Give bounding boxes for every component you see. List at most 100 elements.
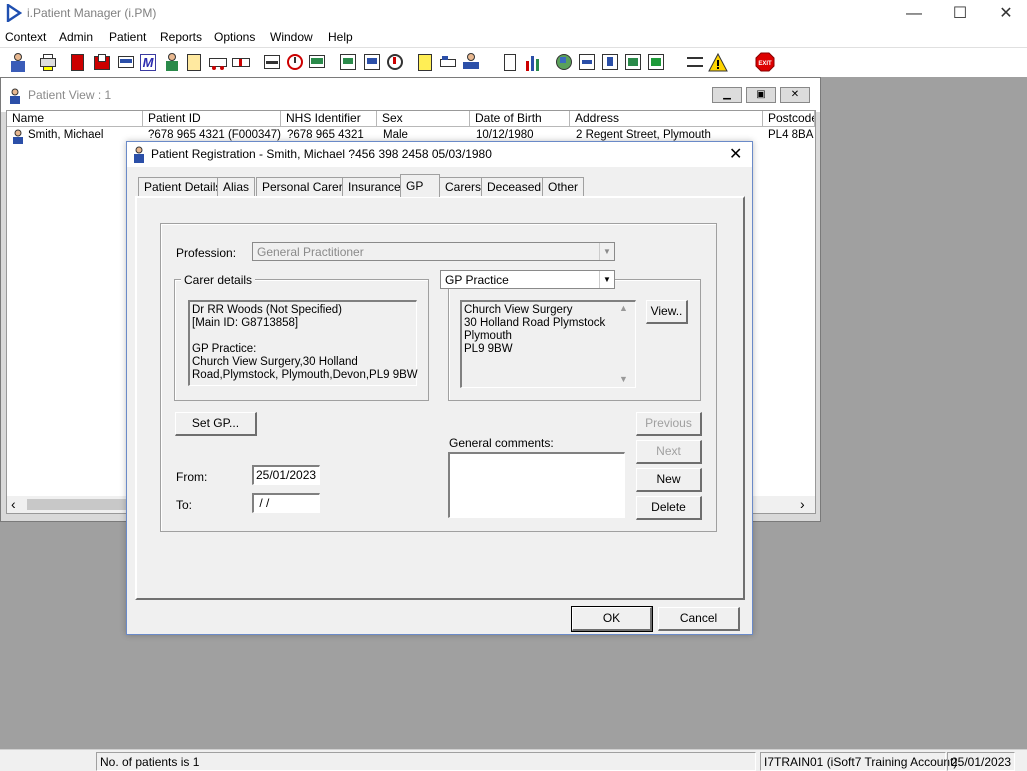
status-account: I7TRAIN01 (iSoft7 Training Account) (760, 752, 957, 771)
column-header-dob[interactable]: Date of Birth (470, 111, 570, 127)
dialog-titlebar: Patient Registration - Smith, Michael ?4… (127, 142, 752, 167)
cell-name: Smith, Michael (28, 129, 104, 141)
form-check-icon[interactable] (577, 52, 597, 73)
register-icon[interactable] (184, 52, 204, 73)
app-title-bar: i.Patient Manager (i.PM) — ☐ ✕ (0, 0, 1027, 27)
column-header-name[interactable]: Name (7, 111, 143, 127)
book-open-icon[interactable] (92, 52, 112, 73)
status-date: 25/01/2023 (947, 752, 1015, 771)
tab-insurance[interactable]: Insurance (342, 177, 407, 196)
patient-view-titlebar: Patient View : 1 ▁ ▣ ✕ (1, 78, 820, 112)
exit-icon[interactable]: EXIT (755, 52, 775, 73)
chevron-down-icon: ▼ (599, 271, 614, 288)
ok-button[interactable]: OK (571, 606, 653, 632)
find-patient-icon[interactable] (8, 52, 28, 73)
patient-transfer-icon[interactable] (461, 52, 481, 73)
from-label: From: (176, 470, 208, 484)
pv-close-button[interactable]: ✕ (780, 87, 810, 103)
previous-button[interactable]: Previous (636, 412, 702, 436)
column-header-address[interactable]: Address (570, 111, 763, 127)
printer-icon[interactable] (38, 52, 58, 73)
dialog-close-icon[interactable]: ✕ (729, 144, 742, 164)
warning-icon[interactable] (708, 52, 728, 73)
menu-context[interactable]: Context (5, 30, 46, 44)
tab-carers[interactable]: Carers (439, 177, 488, 196)
next-button[interactable]: Next (636, 440, 702, 464)
scroll-right-icon[interactable]: › (800, 496, 805, 512)
gp-details-group: Profession: General Practitioner ▼ Carer… (160, 223, 717, 532)
form-blue-icon[interactable] (646, 52, 666, 73)
document-icon[interactable] (500, 52, 520, 73)
menu-options[interactable]: Options (214, 30, 255, 44)
tab-other[interactable]: Other (542, 177, 585, 196)
letter-m-icon[interactable]: M (138, 52, 158, 73)
form-green-icon[interactable] (623, 52, 643, 73)
profession-value: General Practitioner (257, 245, 364, 259)
view-button[interactable]: View.. (646, 300, 688, 324)
notes-icon[interactable] (362, 52, 382, 73)
truck-icon[interactable] (208, 52, 228, 73)
dialog-title: Patient Registration - Smith, Michael ?4… (151, 147, 492, 161)
pv-restore-button[interactable]: ▣ (746, 87, 776, 103)
set-gp-button[interactable]: Set GP... (175, 412, 257, 436)
minimize-button[interactable]: — (891, 0, 937, 27)
tab-personal-carers[interactable]: Personal Carers (256, 177, 355, 196)
menu-window[interactable]: Window (270, 30, 313, 44)
scroll-down-icon[interactable]: ▼ (619, 374, 628, 384)
scanner-icon[interactable] (116, 52, 136, 73)
ambulance-icon[interactable] (231, 52, 251, 73)
scroll-thumb[interactable] (27, 499, 127, 510)
notebook-icon[interactable] (415, 52, 435, 73)
cell-dob: 10/12/1980 (476, 129, 534, 141)
status-bar: No. of patients is 1 I7TRAIN01 (iSoft7 T… (0, 749, 1027, 771)
menu-patient[interactable]: Patient (109, 30, 146, 44)
app-logo-icon (6, 4, 22, 22)
menu-reports[interactable]: Reports (160, 30, 202, 44)
profession-dropdown[interactable]: General Practitioner ▼ (252, 242, 615, 261)
exit-label: EXIT (758, 61, 772, 67)
stopwatch-icon[interactable] (385, 52, 405, 73)
tab-deceased[interactable]: Deceased (481, 177, 548, 196)
menu-help[interactable]: Help (328, 30, 353, 44)
column-header-patient-id[interactable]: Patient ID (143, 111, 281, 127)
cancel-button[interactable]: Cancel (658, 607, 740, 631)
hospital-bed-icon[interactable] (262, 52, 282, 73)
patient-icon (10, 88, 20, 104)
profession-label: Profession: (176, 246, 237, 260)
book-icon[interactable] (68, 52, 88, 73)
globe-icon[interactable] (554, 52, 574, 73)
column-header-postcode[interactable]: Postcode (763, 111, 815, 127)
cell-patient-id: ?678 965 4321 (F000347) (148, 129, 281, 141)
tab-patient-details[interactable]: Patient Details (138, 177, 228, 196)
patient-icon (13, 129, 23, 144)
close-app-button[interactable]: ✕ (983, 0, 1027, 27)
form-down-icon[interactable] (600, 52, 620, 73)
menu-admin[interactable]: Admin (59, 30, 93, 44)
toolbar: M EXIT (0, 47, 1027, 77)
column-header-nhs[interactable]: NHS Identifier (281, 111, 377, 127)
bar-chart-icon[interactable] (523, 52, 543, 73)
chart-doc-icon[interactable] (338, 52, 358, 73)
person-icon[interactable] (162, 52, 182, 73)
tab-gp[interactable]: GP (400, 174, 440, 197)
to-label: To: (176, 498, 193, 512)
to-date-field[interactable]: / / (252, 493, 320, 513)
bed-icon[interactable] (438, 52, 458, 73)
gp-practice-dropdown[interactable]: GP Practice ▼ (440, 270, 615, 289)
new-button[interactable]: New (636, 468, 702, 492)
scroll-up-icon[interactable]: ▲ (619, 303, 628, 313)
delete-button[interactable]: Delete (636, 496, 702, 520)
clock-icon[interactable] (285, 52, 305, 73)
from-date-field[interactable]: 25/01/2023 (252, 465, 320, 485)
scroll-left-icon[interactable]: ‹ (11, 496, 16, 512)
maximize-button[interactable]: ☐ (937, 0, 983, 27)
general-comments-label: General comments: (449, 436, 554, 450)
monitor-icon[interactable] (307, 52, 327, 73)
general-comments-field[interactable] (448, 452, 625, 518)
patient-registration-dialog: Patient Registration - Smith, Michael ?4… (126, 141, 753, 635)
gp-practice-select: GP Practice (445, 273, 509, 287)
column-header-sex[interactable]: Sex (377, 111, 470, 127)
pv-minimize-button[interactable]: ▁ (712, 87, 742, 103)
swap-arrows-icon[interactable] (685, 52, 705, 73)
tab-alias[interactable]: Alias (217, 177, 256, 196)
